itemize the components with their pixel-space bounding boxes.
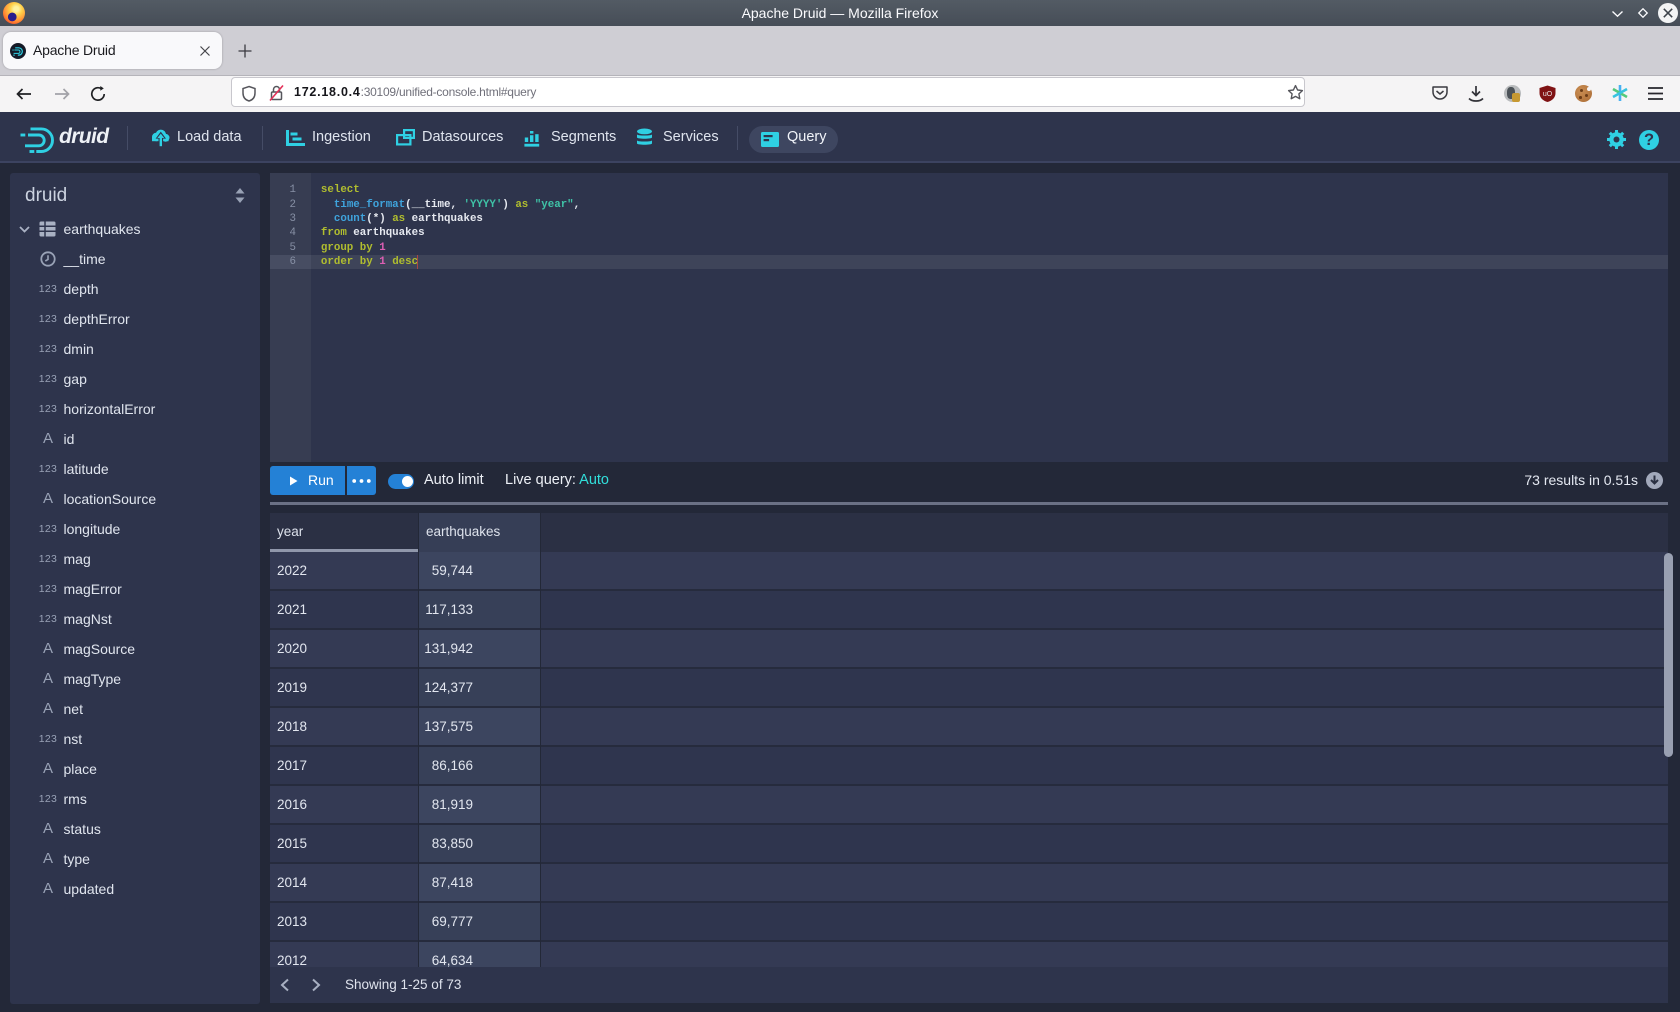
svg-text:uO: uO [1543,91,1553,98]
